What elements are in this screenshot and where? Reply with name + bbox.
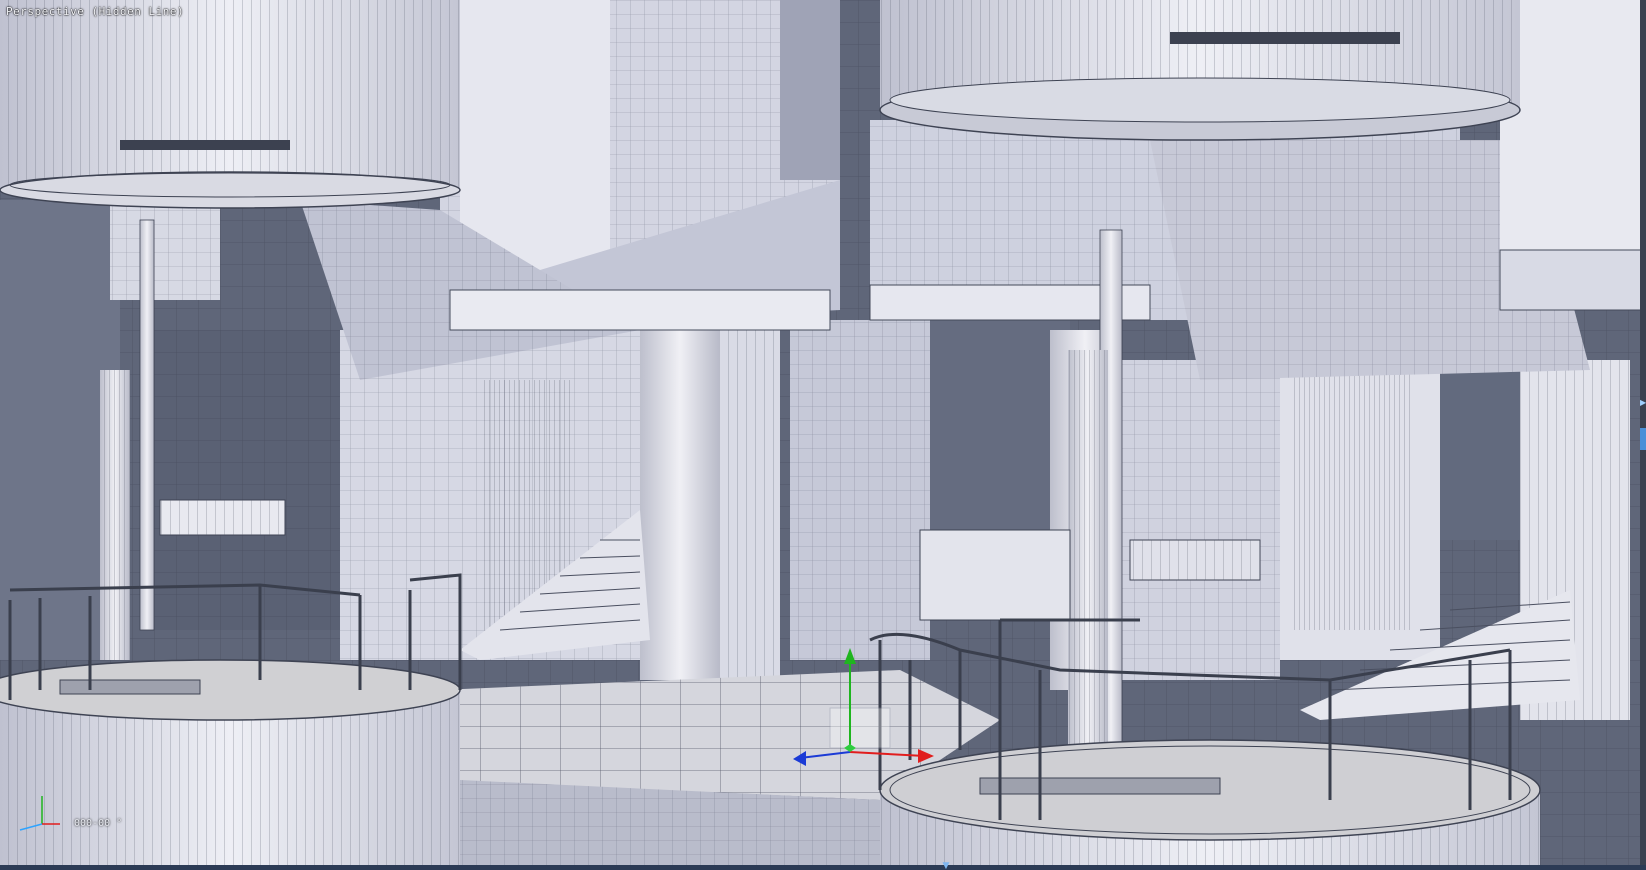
axis-tripod-icon: [19, 796, 60, 831]
tank-bottom-right: [879, 739, 1541, 870]
tank-top-left: [0, 0, 461, 209]
coordinate-readout: 000-00 °: [74, 818, 123, 829]
tank-bottom-left: [0, 659, 461, 870]
timeline-marker-icon[interactable]: ▼: [940, 862, 952, 870]
viewport-scene[interactable]: [0, 0, 1646, 870]
panel-resize-handle[interactable]: [1640, 428, 1646, 450]
tank-top-right: [879, 0, 1521, 141]
3d-viewport[interactable]: Perspective (Hidden Line) 000-00 ° ▶ ▼: [0, 0, 1646, 870]
viewport-bottom-border: [0, 865, 1646, 870]
expand-panel-icon[interactable]: ▶: [1640, 398, 1646, 408]
viewport-label[interactable]: Perspective (Hidden Line): [6, 5, 184, 18]
